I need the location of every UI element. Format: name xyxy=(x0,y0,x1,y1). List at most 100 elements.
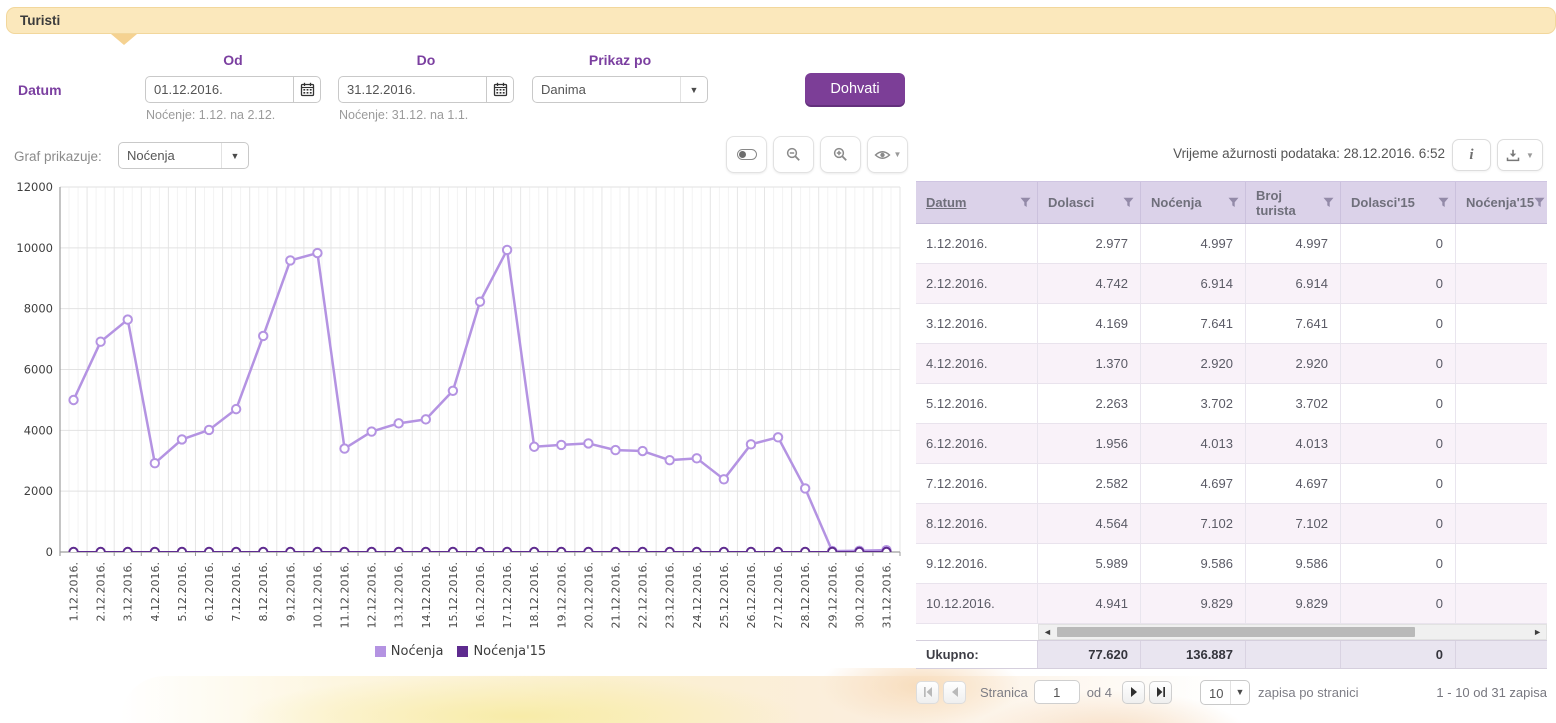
download-button[interactable]: ▼ xyxy=(1497,139,1543,171)
panel-header[interactable]: Turisti xyxy=(6,7,1556,34)
value-cell: 0 xyxy=(1341,464,1456,503)
line-chart[interactable]: 0200040006000800010000120001.12.2016.2.1… xyxy=(8,182,913,657)
value-cell: 3.702 xyxy=(1141,384,1246,423)
total-value-cell xyxy=(1456,641,1547,668)
dohvati-button[interactable]: Dohvati xyxy=(805,73,905,105)
next-page-icon xyxy=(1129,687,1139,697)
value-cell: 4.997 xyxy=(1141,224,1246,263)
svg-text:0: 0 xyxy=(46,545,53,559)
panel-pointer xyxy=(111,34,137,45)
prikaz-po-select[interactable]: Danima ▼ xyxy=(532,76,708,103)
value-cell: 0 xyxy=(1341,424,1456,463)
value-cell: 4.013 xyxy=(1141,424,1246,463)
graf-prikazuje-value: Noćenja xyxy=(119,143,221,168)
date-to-calendar-button[interactable] xyxy=(486,76,514,103)
total-value-cell: 136.887 xyxy=(1141,641,1246,668)
page-size-value: 10 xyxy=(1201,681,1230,704)
column-header-3[interactable]: Noćenja xyxy=(1141,182,1246,223)
table-header-row: Datum Dolasci NoćenjaBroj turista Dolasci'1… xyxy=(916,181,1547,224)
svg-text:9.12.2016.: 9.12.2016. xyxy=(284,562,297,621)
column-header-5[interactable]: Dolasci'15 xyxy=(1341,182,1456,223)
legend-item[interactable]: Noćenja'15 xyxy=(457,644,546,659)
table-row[interactable]: 7.12.2016.2.5824.6974.6970 xyxy=(916,464,1547,504)
svg-text:19.12.2016.: 19.12.2016. xyxy=(555,562,568,628)
svg-text:6.12.2016.: 6.12.2016. xyxy=(203,562,216,621)
filter-icon[interactable] xyxy=(1228,197,1239,208)
column-label: Dolasci'15 xyxy=(1351,195,1415,210)
value-cell: 4.742 xyxy=(1038,264,1141,303)
table-row[interactable]: 8.12.2016.4.5647.1027.1020 xyxy=(916,504,1547,544)
table-row[interactable]: 2.12.2016.4.7426.9146.9140 xyxy=(916,264,1547,304)
filter-icon[interactable] xyxy=(1123,197,1134,208)
table-row[interactable]: 5.12.2016.2.2633.7023.7020 xyxy=(916,384,1547,424)
scrollbar-thumb[interactable] xyxy=(1057,627,1415,637)
pagination-bar: Stranica od 4 10 ▼ zapisa po stranici 1 … xyxy=(916,679,1547,705)
table-row[interactable]: 3.12.2016.4.1697.6417.6410 xyxy=(916,304,1547,344)
info-button[interactable]: i xyxy=(1452,139,1491,171)
horizontal-scrollbar[interactable]: ◄ ► xyxy=(1038,624,1547,640)
filter-icon[interactable] xyxy=(1323,197,1334,208)
table-row[interactable]: 1.12.2016.2.9774.9974.9970 xyxy=(916,224,1547,264)
visibility-dropdown-button[interactable]: ▼ xyxy=(867,136,908,173)
date-cell: 4.12.2016. xyxy=(916,344,1038,383)
zoom-in-button[interactable] xyxy=(820,136,861,173)
last-page-button[interactable] xyxy=(1149,681,1172,704)
legend-label: Noćenja'15 xyxy=(473,644,546,659)
value-cell: 4.564 xyxy=(1038,504,1141,543)
chart-toggle-button[interactable] xyxy=(726,136,767,173)
column-header-4[interactable]: Broj turista xyxy=(1246,182,1341,223)
next-page-button[interactable] xyxy=(1122,681,1145,704)
page-title: Turisti xyxy=(7,8,1555,33)
table-row[interactable]: 6.12.2016.1.9564.0134.0130 xyxy=(916,424,1547,464)
svg-text:12.12.2016.: 12.12.2016. xyxy=(366,562,379,628)
table-row[interactable]: 10.12.2016.4.9419.8299.8290 xyxy=(916,584,1547,624)
eye-icon xyxy=(874,149,891,161)
value-cell: 0 xyxy=(1341,584,1456,623)
zoom-out-button[interactable] xyxy=(773,136,814,173)
graf-prikazuje-select[interactable]: Noćenja ▼ xyxy=(118,142,249,169)
date-from-calendar-button[interactable] xyxy=(293,76,321,103)
graf-prikazuje-label: Graf prikazuje: xyxy=(14,149,102,164)
column-header-6[interactable]: Noćenja'15 xyxy=(1456,182,1547,223)
filter-icon[interactable] xyxy=(1534,197,1545,208)
value-cell: 0 xyxy=(1341,304,1456,343)
total-label-cell: Ukupno: xyxy=(916,641,1038,668)
svg-text:18.12.2016.: 18.12.2016. xyxy=(528,562,541,628)
value-cell: 4.941 xyxy=(1038,584,1141,623)
value-cell xyxy=(1456,384,1547,423)
filter-icon[interactable] xyxy=(1438,197,1449,208)
page-number-input[interactable] xyxy=(1034,680,1080,704)
value-cell: 0 xyxy=(1341,504,1456,543)
table-row[interactable]: 4.12.2016.1.3702.9202.9200 xyxy=(916,344,1547,384)
svg-text:17.12.2016.: 17.12.2016. xyxy=(501,562,514,628)
total-value-cell: 0 xyxy=(1341,641,1456,668)
data-table: Datum Dolasci NoćenjaBroj turista Dolasci'1… xyxy=(916,181,1547,669)
value-cell: 9.586 xyxy=(1141,544,1246,583)
svg-text:12000: 12000 xyxy=(16,182,53,194)
date-to-input[interactable] xyxy=(338,76,486,103)
value-cell: 7.641 xyxy=(1246,304,1341,343)
scroll-right-icon[interactable]: ► xyxy=(1533,626,1542,638)
date-cell: 7.12.2016. xyxy=(916,464,1038,503)
column-label: Dolasci xyxy=(1048,195,1094,210)
scroll-spacer xyxy=(916,624,1038,640)
svg-text:2000: 2000 xyxy=(24,484,53,498)
zoom-in-icon xyxy=(833,147,848,162)
table-row[interactable]: 9.12.2016.5.9899.5869.5860 xyxy=(916,544,1547,584)
column-header-2[interactable]: Dolasci xyxy=(1038,182,1141,223)
column-header-1[interactable]: Datum xyxy=(916,182,1038,223)
value-cell: 9.586 xyxy=(1246,544,1341,583)
value-cell: 4.697 xyxy=(1141,464,1246,503)
first-page-button[interactable] xyxy=(916,681,939,704)
value-cell xyxy=(1456,544,1547,583)
prev-page-button[interactable] xyxy=(943,681,966,704)
svg-text:11.12.2016.: 11.12.2016. xyxy=(339,562,352,628)
legend-item[interactable]: Noćenja xyxy=(375,644,444,659)
page-size-select[interactable]: 10 ▼ xyxy=(1200,680,1250,705)
date-cell: 10.12.2016. xyxy=(916,584,1038,623)
date-cell: 6.12.2016. xyxy=(916,424,1038,463)
date-from-input[interactable] xyxy=(145,76,293,103)
scroll-left-icon[interactable]: ◄ xyxy=(1043,626,1052,638)
table-total-row: Ukupno:77.620136.8870 xyxy=(916,640,1547,669)
filter-icon[interactable] xyxy=(1020,197,1031,208)
